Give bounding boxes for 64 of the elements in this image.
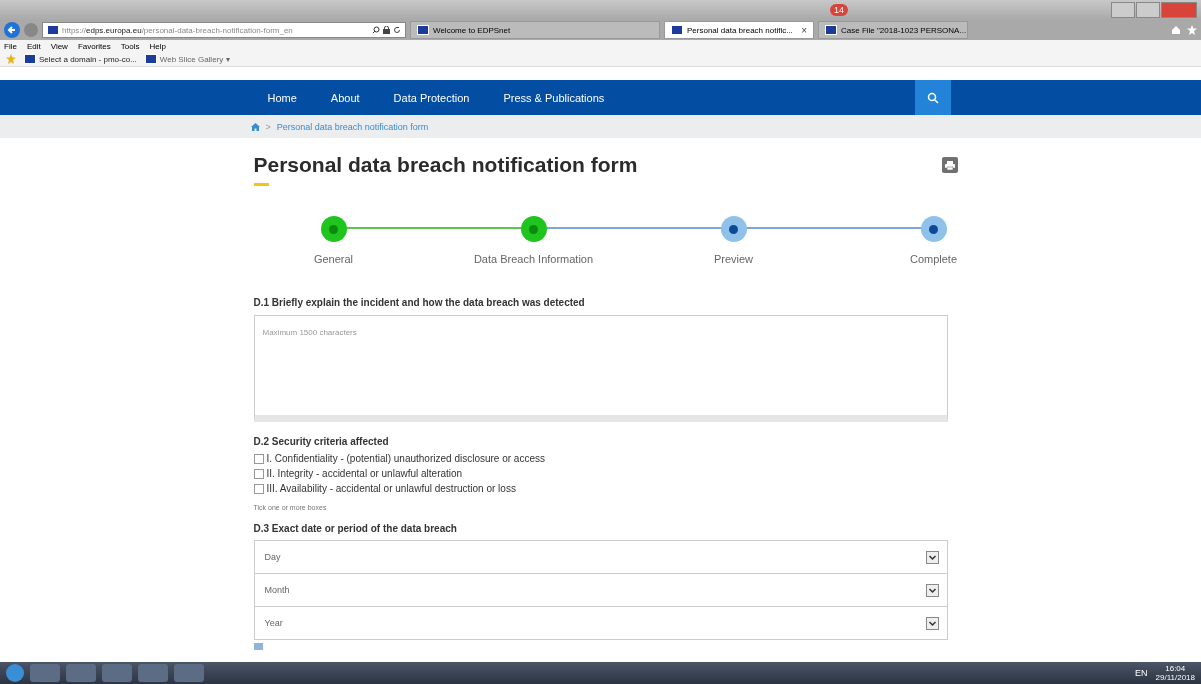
home-icon[interactable] bbox=[1171, 25, 1181, 35]
nav-link[interactable]: Press & Publications bbox=[486, 91, 622, 104]
home-icon[interactable] bbox=[250, 122, 260, 131]
forward-button[interactable] bbox=[24, 23, 38, 37]
menu-item[interactable]: Edit bbox=[26, 41, 41, 51]
favorites-link[interactable]: Select a domain - pmo-co... bbox=[24, 54, 137, 64]
star-icon[interactable] bbox=[1187, 25, 1197, 35]
date-select[interactable]: Year bbox=[254, 607, 947, 640]
menu-item[interactable]: Help bbox=[149, 41, 166, 51]
page-title: Personal data breach notification form bbox=[253, 153, 638, 177]
caret-icon bbox=[925, 583, 939, 597]
browser-tab[interactable]: Welcome to EDPSnet bbox=[410, 21, 660, 39]
language-indicator[interactable]: EN bbox=[1135, 668, 1148, 678]
checkbox[interactable] bbox=[253, 483, 264, 494]
question-label: D.1 Briefly explain the incident and how the data breach was detected bbox=[253, 297, 586, 308]
checkbox-label[interactable]: I. Confidentiality - (potential) unauthorized disclosure or access bbox=[266, 453, 545, 464]
back-button[interactable] bbox=[4, 22, 20, 38]
date-select[interactable]: Day bbox=[254, 541, 947, 574]
taskbar-app-icon[interactable] bbox=[138, 664, 168, 682]
minimize-button[interactable] bbox=[1111, 2, 1135, 18]
nav-link[interactable]: Home bbox=[250, 91, 314, 104]
taskbar-app-icon[interactable] bbox=[102, 664, 132, 682]
restore-button[interactable] bbox=[1136, 2, 1160, 18]
start-button[interactable] bbox=[6, 664, 24, 682]
caret-icon bbox=[925, 616, 939, 630]
notification-badge: 14 bbox=[830, 4, 848, 16]
taskbar-app-icon[interactable] bbox=[30, 664, 60, 682]
browser-tab[interactable]: Case File "2018-1023 PERSONA... bbox=[818, 21, 968, 39]
checkbox-label[interactable]: III. Availability - accidental or unlawful destruction or loss bbox=[266, 483, 516, 494]
favorites-link[interactable]: Web Slice Gallery ▾ bbox=[144, 54, 230, 64]
menu-item[interactable]: View bbox=[50, 41, 68, 51]
date-select[interactable]: Month bbox=[254, 574, 947, 607]
nav-link[interactable]: Data Protection bbox=[376, 91, 487, 104]
question-label: D.2 Security criteria affected bbox=[253, 436, 390, 447]
checkbox-label[interactable]: II. Integrity - accidental or unlawful alteration bbox=[266, 468, 463, 479]
clock[interactable]: 16:04 29/11/2018 bbox=[1155, 664, 1195, 682]
checkbox[interactable] bbox=[253, 468, 264, 479]
caret-icon bbox=[925, 550, 939, 564]
breadcrumb-separator: > bbox=[265, 121, 271, 132]
taskbar-app-icon[interactable] bbox=[66, 664, 96, 682]
close-button[interactable] bbox=[1161, 2, 1197, 18]
question-label: D.3 Exact date or period of the data breach bbox=[253, 523, 458, 534]
search-icon[interactable] bbox=[372, 26, 380, 34]
step-label: General bbox=[313, 253, 354, 265]
taskbar-app-icon[interactable] bbox=[174, 664, 204, 682]
menu-item[interactable]: Tools bbox=[120, 41, 140, 51]
address-field[interactable]: https://edps.europa.eu/personal-data-breach-notification-form_en bbox=[42, 22, 406, 38]
menu-item[interactable]: File bbox=[4, 41, 17, 51]
lock-icon bbox=[383, 26, 390, 34]
print-button[interactable] bbox=[941, 157, 958, 173]
checkbox[interactable] bbox=[253, 453, 264, 464]
nav-link[interactable]: About bbox=[313, 91, 377, 104]
search-button[interactable] bbox=[914, 80, 951, 115]
menu-item[interactable]: Favorites bbox=[77, 41, 111, 51]
step-label: Data Breach Information bbox=[473, 253, 594, 265]
browser-tab[interactable]: Personal data breach notific... × bbox=[664, 21, 814, 39]
step-label: Preview bbox=[713, 253, 754, 265]
star-icon[interactable] bbox=[6, 54, 16, 64]
refresh-icon[interactable] bbox=[393, 26, 401, 34]
step-label: Complete bbox=[909, 253, 958, 265]
search-icon bbox=[926, 91, 939, 104]
description-field[interactable]: Maximum 1500 characters bbox=[253, 315, 948, 422]
close-tab-button[interactable]: × bbox=[801, 24, 807, 36]
calendar-icon[interactable] bbox=[253, 643, 263, 650]
